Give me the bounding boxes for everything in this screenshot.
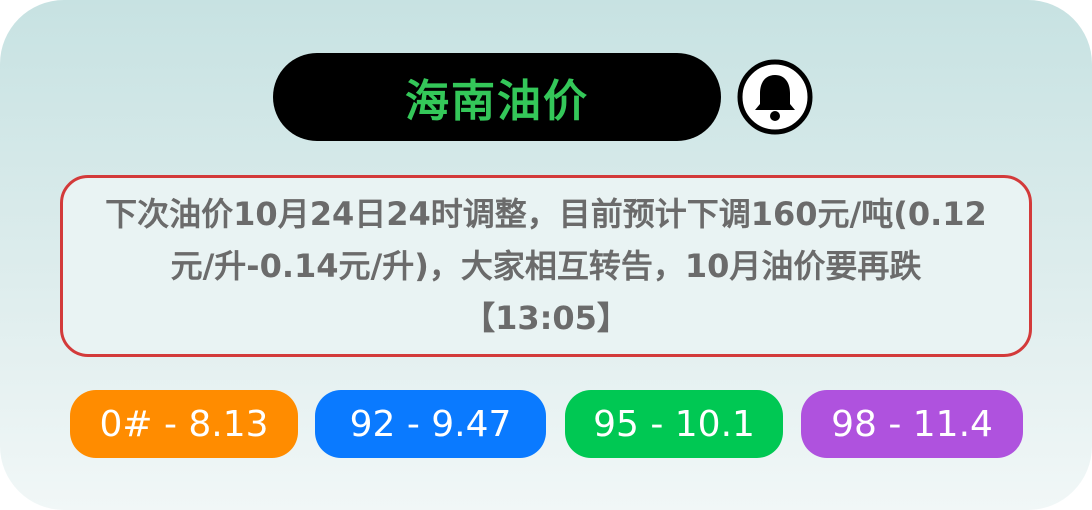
title-pill: 海南油价: [273, 53, 721, 141]
fuel-price-list: 0# - 8.13 92 - 9.47 95 - 10.1 98 - 11.4: [0, 390, 1092, 458]
widget-title: 海南油价: [405, 76, 589, 127]
price-pill-0: 0# - 8.13: [70, 390, 298, 458]
oil-price-widget: 海南油价 下次油价10月24日24时调整，目前预计下调160元/吨(0.12元/…: [0, 0, 1092, 510]
price-pill-95: 95 - 10.1: [565, 390, 783, 458]
price-adjustment-notice: 下次油价10月24日24时调整，目前预计下调160元/吨(0.12元/升-0.1…: [105, 195, 987, 337]
price-label-95: 95 - 10.1: [593, 403, 755, 445]
price-label-0: 0# - 8.13: [99, 403, 269, 445]
price-pill-92: 92 - 9.47: [315, 390, 546, 458]
notice-box: 下次油价10月24日24时调整，目前预计下调160元/吨(0.12元/升-0.1…: [60, 175, 1032, 357]
bell-icon[interactable]: [736, 58, 814, 136]
price-pill-98: 98 - 11.4: [801, 390, 1023, 458]
price-label-92: 92 - 9.47: [349, 403, 512, 445]
price-label-98: 98 - 11.4: [831, 403, 993, 445]
